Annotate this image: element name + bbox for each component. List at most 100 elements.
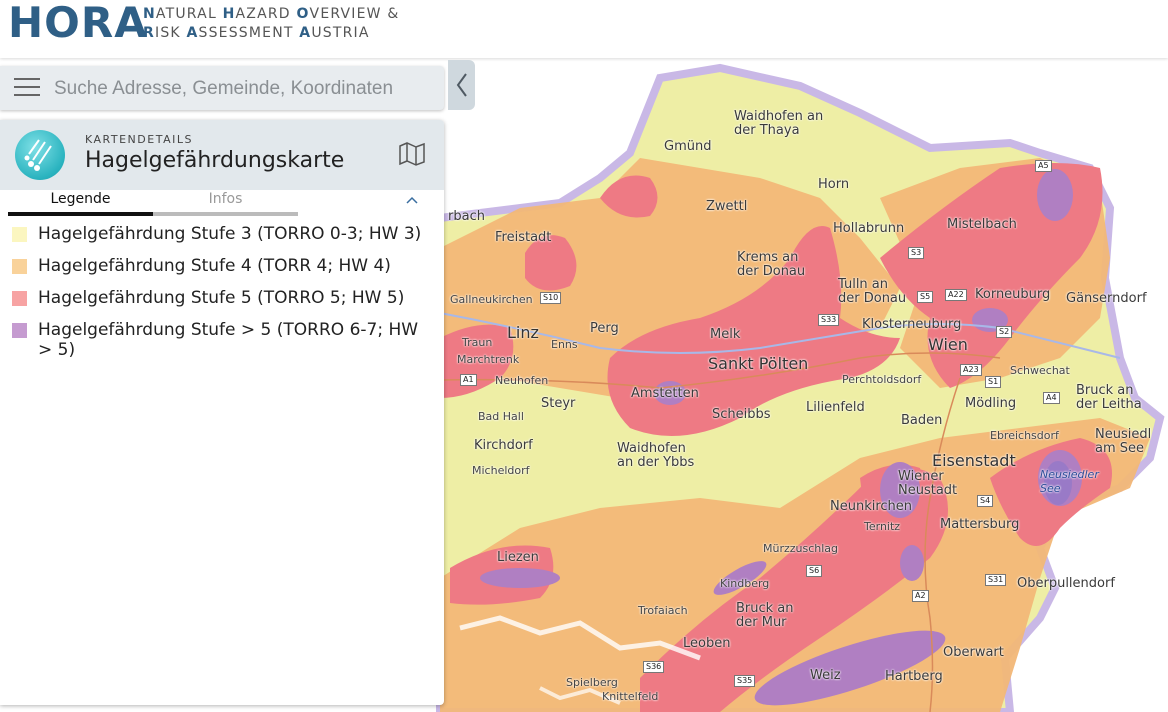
chevron-left-icon [456, 73, 467, 97]
place-hollabrunn: Hollabrunn [833, 221, 905, 236]
place-neusiedl: Neusiedl am See [1095, 427, 1152, 456]
place-kirchdorf: Kirchdorf [474, 438, 533, 453]
tagline-line-2: RISK ASSESSMENT AUSTRIA [143, 25, 370, 41]
road-shield: A22 [945, 289, 967, 301]
chevron-up-icon[interactable] [405, 195, 419, 205]
place-linz: Linz [507, 323, 539, 342]
legend-swatch [12, 227, 27, 242]
hora-logo[interactable]: HORA [8, 0, 148, 47]
place-oberpullendorf: Oberpullendorf [1017, 576, 1115, 591]
place-micheldorf: Micheldorf [472, 464, 530, 477]
road-shield: S2 [996, 326, 1013, 338]
place-marchtrenk: Marchtrenk [457, 353, 520, 366]
road-shield: A4 [1043, 392, 1060, 404]
place-enns: Enns [551, 338, 578, 351]
place-traun: Traun [462, 336, 493, 349]
place-gallneukirchen: Gallneukirchen [450, 293, 533, 306]
place-baden: Baden [901, 413, 943, 428]
tagline-line-1: NATURAL HAZARD OVERVIEW & [143, 6, 400, 22]
road-shield: S33 [818, 314, 840, 326]
place-kindberg: Kindberg [720, 577, 770, 590]
place-ternitz: Ternitz [864, 520, 901, 533]
place-klosterneuburg: Klosterneuburg [862, 317, 962, 332]
place-spielberg: Spielberg [566, 676, 618, 689]
road-shield: A23 [960, 364, 982, 376]
road-shield: A2 [912, 590, 929, 602]
legend-item: Hagelgefährdung Stufe 3 (TORRO 0-3; HW 3… [10, 224, 435, 244]
place-muerzzuschlag: Mürzzuschlag [763, 542, 839, 555]
legend-label: Hagelgefährdung Stufe 5 (TORRO 5; HW 5) [38, 288, 405, 308]
place-leoben: Leoben [683, 636, 731, 651]
place-sankt-poelten: Sankt Pölten [708, 354, 809, 373]
place-perchtoldsdorf: Perchtoldsdorf [842, 373, 922, 386]
place-scheibbs: Scheibbs [712, 407, 771, 422]
road-shield: A5 [1035, 160, 1052, 172]
legend-item: Hagelgefährdung Stufe > 5 (TORRO 6-7; HW… [10, 320, 435, 360]
search-input[interactable] [52, 75, 436, 103]
search-bar [0, 66, 444, 110]
place-korneuburg: Korneuburg [975, 287, 1051, 302]
place-perg: Perg [590, 321, 619, 336]
place-moedling: Mödling [965, 396, 1017, 411]
tab-infos[interactable]: Infos [153, 190, 298, 216]
place-liezen: Liezen [497, 550, 539, 565]
place-hartberg: Hartberg [885, 669, 943, 684]
road-shield: A1 [460, 374, 477, 386]
legend-swatch [12, 291, 27, 306]
panel-title: Hagelgefährdungskarte [85, 148, 345, 173]
place-schwechat: Schwechat [1010, 364, 1070, 377]
place-bruck-mur: Bruck an der Mur [736, 601, 794, 630]
road-shield: S10 [540, 292, 562, 304]
place-bad-hall: Bad Hall [478, 410, 524, 423]
road-shield: S31 [985, 574, 1007, 586]
road-shield: S6 [806, 565, 823, 577]
header: HORA NATURAL HAZARD OVERVIEW & RISK ASSE… [0, 0, 1168, 58]
legend-label: Hagelgefährdung Stufe 3 (TORRO 0-3; HW 3… [38, 224, 422, 244]
place-melk: Melk [710, 327, 741, 342]
map-icon[interactable] [398, 141, 426, 167]
panel-tabs: Legende Infos [8, 190, 298, 216]
road-shield: S5 [917, 291, 934, 303]
place-rbach: rbach [448, 209, 485, 224]
panel-kicker: KARTENDETAILS [85, 133, 193, 146]
place-eisenstadt: Eisenstadt [932, 451, 1016, 470]
place-gaenserndorf: Gänserndorf [1066, 291, 1147, 306]
place-lilienfeld: Lilienfeld [806, 400, 865, 415]
legend-label: Hagelgefährdung Stufe 4 (TORR 4; HW 4) [38, 256, 391, 276]
place-wien: Wien [928, 335, 968, 354]
place-oberwart: Oberwart [943, 645, 1004, 660]
place-steyr: Steyr [541, 396, 576, 411]
place-gmuend: Gmünd [664, 139, 712, 154]
place-wiener-neustadt: Wiener Neustadt [898, 469, 958, 498]
legend-swatch [12, 323, 27, 338]
legend-item: Hagelgefährdung Stufe 4 (TORR 4; HW 4) [10, 256, 435, 276]
road-shield: S4 [977, 495, 994, 507]
legend-swatch [12, 259, 27, 274]
place-freistadt: Freistadt [495, 230, 552, 245]
road-shield: S35 [734, 675, 756, 687]
place-knittelfeld: Knittelfeld [602, 690, 659, 703]
place-krems: Krems an der Donau [737, 250, 806, 279]
map-details-panel: KARTENDETAILS Hagelgefährdungskarte Lege… [0, 120, 444, 705]
panel-collapse-button[interactable] [448, 60, 475, 110]
place-weiz: Weiz [810, 668, 841, 683]
legend-list: Hagelgefährdung Stufe 3 (TORRO 0-3; HW 3… [10, 224, 435, 372]
place-neunkirchen: Neunkirchen [830, 499, 913, 514]
place-zwettl: Zwettl [706, 199, 748, 214]
place-amstetten: Amstetten [631, 386, 699, 401]
logo-tagline: NATURAL HAZARD OVERVIEW & RISK ASSESSMEN… [143, 5, 400, 43]
place-mattersburg: Mattersburg [940, 517, 1020, 532]
place-waidhofen-thaya: Waidhofen an der Thaya [734, 109, 824, 138]
hamburger-icon[interactable] [14, 78, 40, 98]
tab-legende[interactable]: Legende [8, 190, 153, 216]
place-horn: Horn [818, 177, 850, 192]
place-trofaiach: Trofaiach [638, 604, 688, 617]
place-neuhofen: Neuhofen [495, 374, 549, 387]
legend-label: Hagelgefährdung Stufe > 5 (TORRO 6-7; HW… [38, 320, 419, 360]
place-ebreichsdorf: Ebreichsdorf [990, 429, 1059, 442]
legend-item: Hagelgefährdung Stufe 5 (TORRO 5; HW 5) [10, 288, 435, 308]
place-waidhofen-ybbs: Waidhofen an der Ybbs [617, 441, 695, 470]
road-shield: S3 [908, 247, 925, 259]
road-shield: S36 [643, 661, 665, 673]
place-bruck-leitha: Bruck an der Leitha [1076, 383, 1142, 412]
